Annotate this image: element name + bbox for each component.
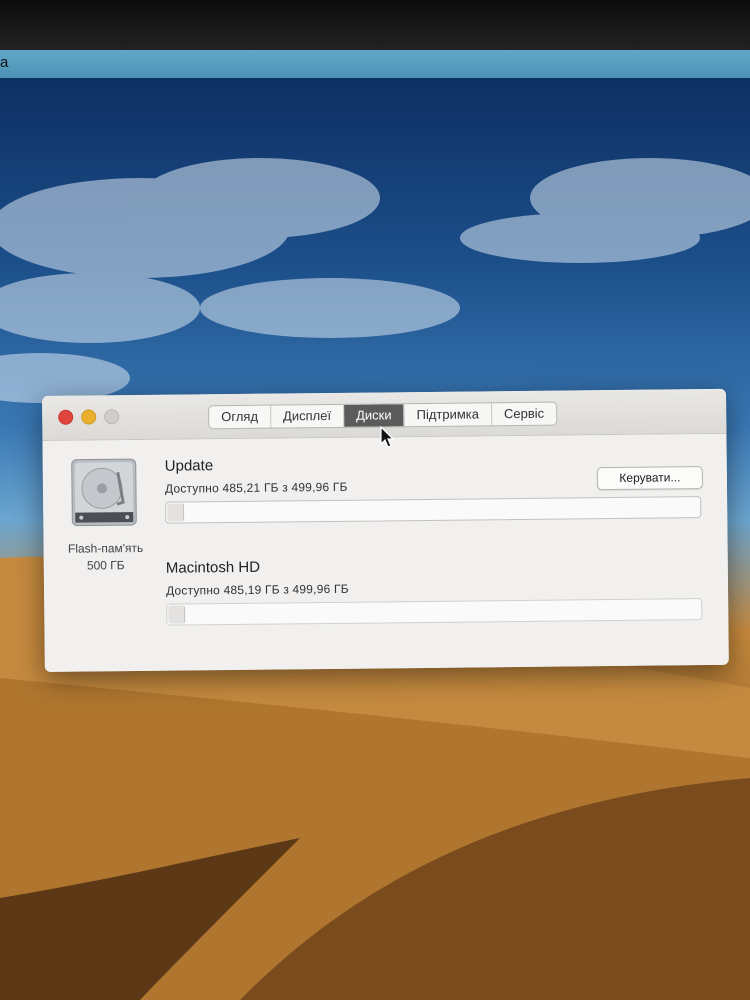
disk-capacity: 500 ГБ — [86, 558, 125, 573]
volume-usage-fill — [168, 605, 186, 624]
volume-usage-fill — [167, 503, 185, 522]
tab-support[interactable]: Підтримка — [404, 403, 493, 427]
volume-name: Update — [164, 457, 214, 475]
volume-available: Доступно 485,21 ГБ з 499,96 ГБ — [164, 479, 348, 496]
storage-pane: Flash-пам'ять 500 ГБ Update Доступно 485… — [42, 433, 729, 672]
minimize-button[interactable] — [81, 409, 97, 425]
volume-usage-bar — [165, 496, 702, 524]
manage-button[interactable]: Керувати... — [596, 466, 704, 491]
tab-displays[interactable]: Дисплеї — [270, 404, 345, 428]
close-button[interactable] — [58, 409, 74, 425]
monitor-bezel — [0, 0, 750, 50]
mouse-pointer-icon — [380, 426, 394, 448]
menu-bar-app-name[interactable]: a — [0, 54, 8, 71]
menu-bar: a — [0, 50, 750, 78]
volume-usage-bar — [166, 598, 703, 626]
tab-service[interactable]: Сервіс — [492, 403, 556, 426]
volume-available: Доступно 485,19 ГБ з 499,96 ГБ — [165, 581, 349, 598]
tab-overview[interactable]: Огляд — [209, 405, 272, 429]
volume-name: Macintosh HD — [165, 558, 261, 577]
zoom-button[interactable] — [104, 409, 120, 425]
disk-name: Flash-пам'ять — [67, 540, 144, 556]
disk-info: Flash-пам'ять 500 ГБ — [56, 540, 156, 575]
tab-storage[interactable]: Диски — [343, 404, 405, 427]
hard-drive-icon — [71, 458, 137, 527]
